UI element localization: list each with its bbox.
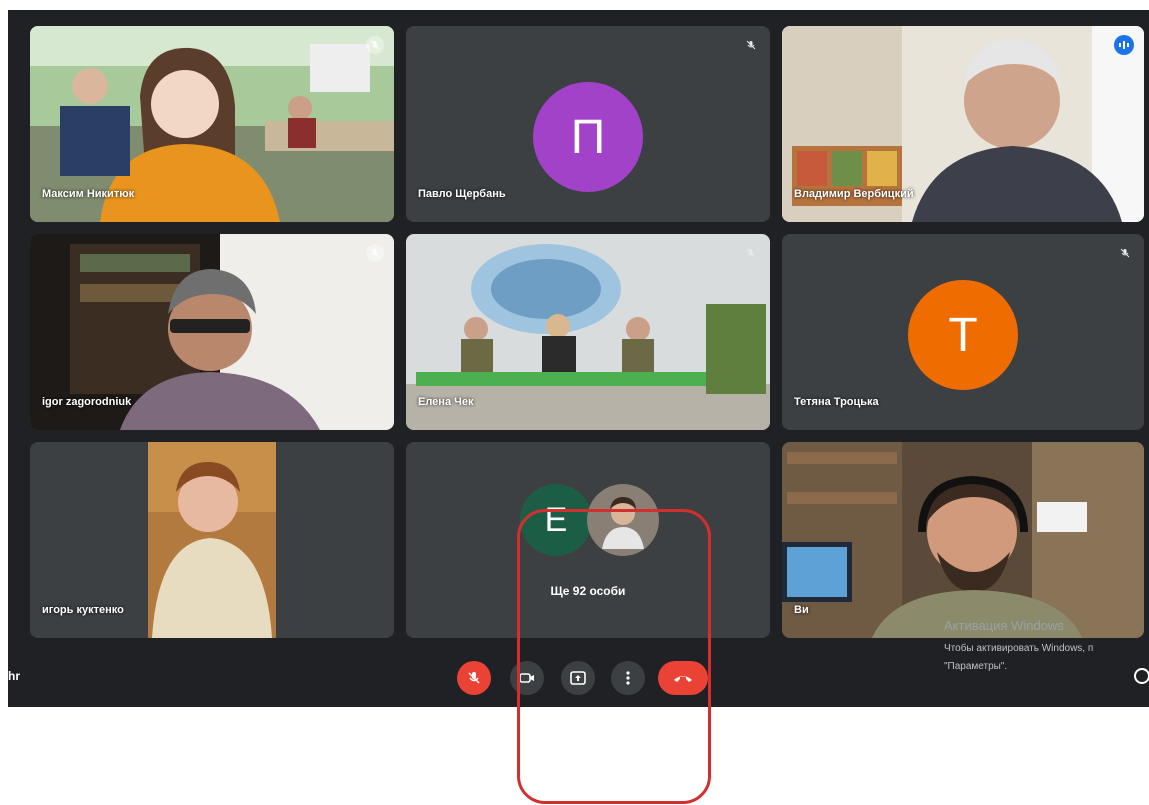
participant-name: Ви [794,604,809,616]
participant-tile-7[interactable]: игорь куктенко [30,442,394,638]
avatar: Т [908,280,1018,390]
participant-name: Елена Чек [418,396,474,408]
mic-off-icon [468,672,480,684]
annotation-highlight-box [517,509,711,804]
speaking-indicator-icon [1114,35,1134,55]
participant-name: Владимир Вербицкий [794,188,914,200]
participant-tile-5[interactable]: Елена Чек [406,234,770,430]
chat-icon[interactable] [1134,668,1149,684]
mic-off-icon [742,36,760,54]
windows-activation-line: Чтобы активировать Windows, п [944,643,1094,654]
participant-tile-4[interactable]: igor zagorodniuk [30,234,394,430]
participant-tile-1[interactable]: Максим Никитюк [30,26,394,222]
mic-toggle-button[interactable] [457,661,491,695]
mic-off-icon [366,244,384,262]
windows-activation-line: "Параметры". [944,661,1008,672]
meeting-details-label: hr [8,669,20,683]
participant-name: Тетяна Троцька [794,396,879,408]
participant-tile-3[interactable]: Владимир Вербицкий [782,26,1144,222]
mic-off-icon [1116,244,1134,262]
participant-name: игорь куктенко [42,604,124,616]
participant-name: Максим Никитюк [42,188,135,200]
windows-activation-title: Активация Windows [944,618,1064,633]
participant-name: igor zagorodniuk [42,396,132,408]
participant-tile-6[interactable]: Т Тетяна Троцька [782,234,1144,430]
mic-off-icon [366,36,384,54]
participant-tile-2[interactable]: П Павло Щербань [406,26,770,222]
self-video [782,442,1144,638]
participant-name: Павло Щербань [418,188,506,200]
avatar: П [533,82,643,192]
mic-off-icon [742,244,760,262]
participant-tile-self[interactable]: Ви [782,442,1144,638]
